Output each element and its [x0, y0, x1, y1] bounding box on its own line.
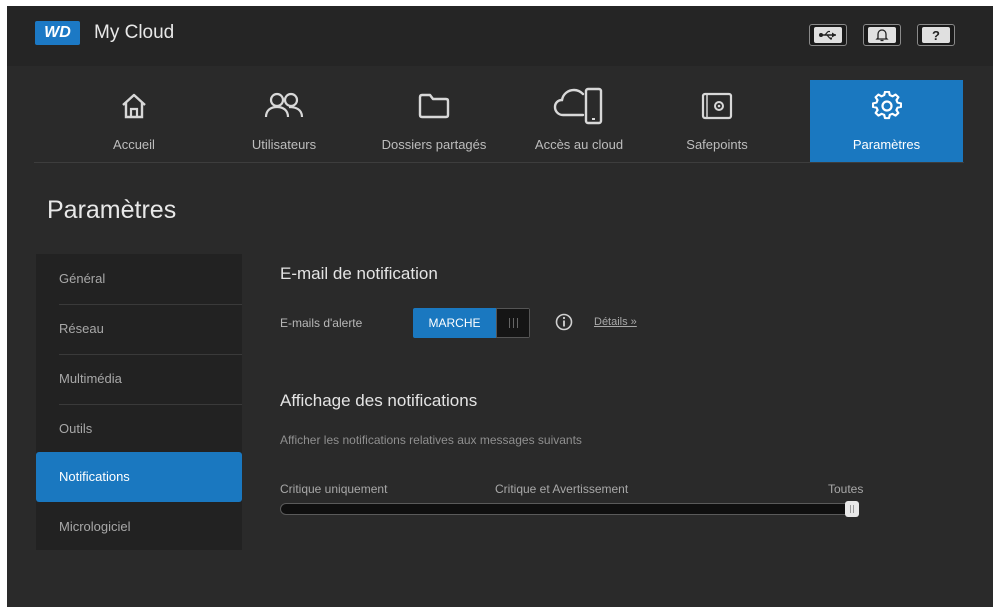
- sidebar-item-micrologiciel[interactable]: Micrologiciel: [36, 502, 242, 552]
- safe-icon: [662, 88, 772, 124]
- nav-item-acces-cloud[interactable]: Accès au cloud: [519, 80, 639, 162]
- sidebar-item-multimedia[interactable]: Multimédia: [36, 354, 242, 404]
- sidebar-item-outils[interactable]: Outils: [36, 404, 242, 454]
- usb-button[interactable]: [809, 24, 847, 46]
- nav-item-parametres[interactable]: Paramètres: [810, 80, 963, 162]
- nav-label-dossiers: Dossiers partagés: [381, 137, 487, 152]
- nav-label-accueil: Accueil: [113, 137, 155, 152]
- details-link[interactable]: Détails »: [594, 316, 637, 328]
- app-title: My Cloud: [94, 22, 175, 43]
- nav-label-acces-cloud: Accès au cloud: [534, 137, 624, 152]
- app-frame: WD My Cloud ? Accueil Utilisateurs Dossi…: [7, 6, 993, 607]
- folder-icon: [364, 88, 504, 124]
- slider-label-critique-avertissement: Critique et Avertissement: [495, 482, 629, 496]
- nav-divider: [34, 162, 964, 163]
- display-section-heading: Affichage des notifications: [280, 391, 478, 410]
- help-icon: ?: [922, 27, 950, 43]
- display-section-description: Afficher les notifications relatives aux…: [280, 433, 582, 447]
- nav-item-accueil[interactable]: Accueil: [84, 80, 184, 162]
- slider-label-toutes: Toutes: [828, 482, 864, 496]
- nav-label-safepoints: Safepoints: [686, 137, 748, 152]
- sidebar-item-reseau[interactable]: Réseau: [36, 304, 242, 354]
- nav-item-dossiers[interactable]: Dossiers partagés: [364, 80, 504, 162]
- main-nav: Accueil Utilisateurs Dossiers partagés A…: [34, 80, 964, 162]
- slider-handle[interactable]: [845, 501, 859, 517]
- toggle-on-label: MARCHE: [413, 308, 496, 338]
- settings-sidebar: Général Réseau Multimédia Outils Notific…: [36, 254, 242, 550]
- cloud-device-icon: [519, 87, 639, 125]
- users-icon: [229, 88, 339, 124]
- sidebar-item-label: Outils: [59, 421, 93, 436]
- wd-logo: WD: [35, 21, 80, 45]
- sidebar-item-general[interactable]: Général: [36, 254, 242, 304]
- sidebar-item-label: Général: [59, 271, 106, 286]
- page-title: Paramètres: [47, 196, 177, 224]
- notification-level-slider[interactable]: [280, 503, 858, 515]
- notifications-button[interactable]: [863, 24, 901, 46]
- email-alert-label: E-mails d'alerte: [280, 316, 363, 330]
- nav-item-utilisateurs[interactable]: Utilisateurs: [229, 80, 339, 162]
- gear-icon: [810, 88, 963, 124]
- home-icon: [84, 88, 184, 124]
- slider-label-critique: Critique uniquement: [280, 482, 388, 496]
- usb-icon: [814, 27, 842, 43]
- nav-label-parametres: Paramètres: [852, 137, 921, 152]
- toggle-knob: [496, 308, 530, 338]
- top-bar: WD My Cloud ?: [7, 6, 993, 66]
- email-alert-toggle[interactable]: MARCHE: [413, 308, 530, 338]
- nav-item-safepoints[interactable]: Safepoints: [662, 80, 772, 162]
- email-section-heading: E-mail de notification: [280, 264, 438, 283]
- nav-label-utilisateurs: Utilisateurs: [251, 137, 317, 152]
- sidebar-item-label: Réseau: [59, 321, 104, 336]
- help-button[interactable]: ?: [917, 24, 955, 46]
- info-icon[interactable]: [555, 313, 573, 331]
- sidebar-item-label: Multimédia: [59, 371, 122, 386]
- bell-icon: [868, 27, 896, 43]
- sidebar-item-notifications[interactable]: Notifications: [36, 452, 242, 502]
- sidebar-item-label: Notifications: [59, 469, 130, 484]
- sidebar-item-label: Micrologiciel: [59, 519, 131, 534]
